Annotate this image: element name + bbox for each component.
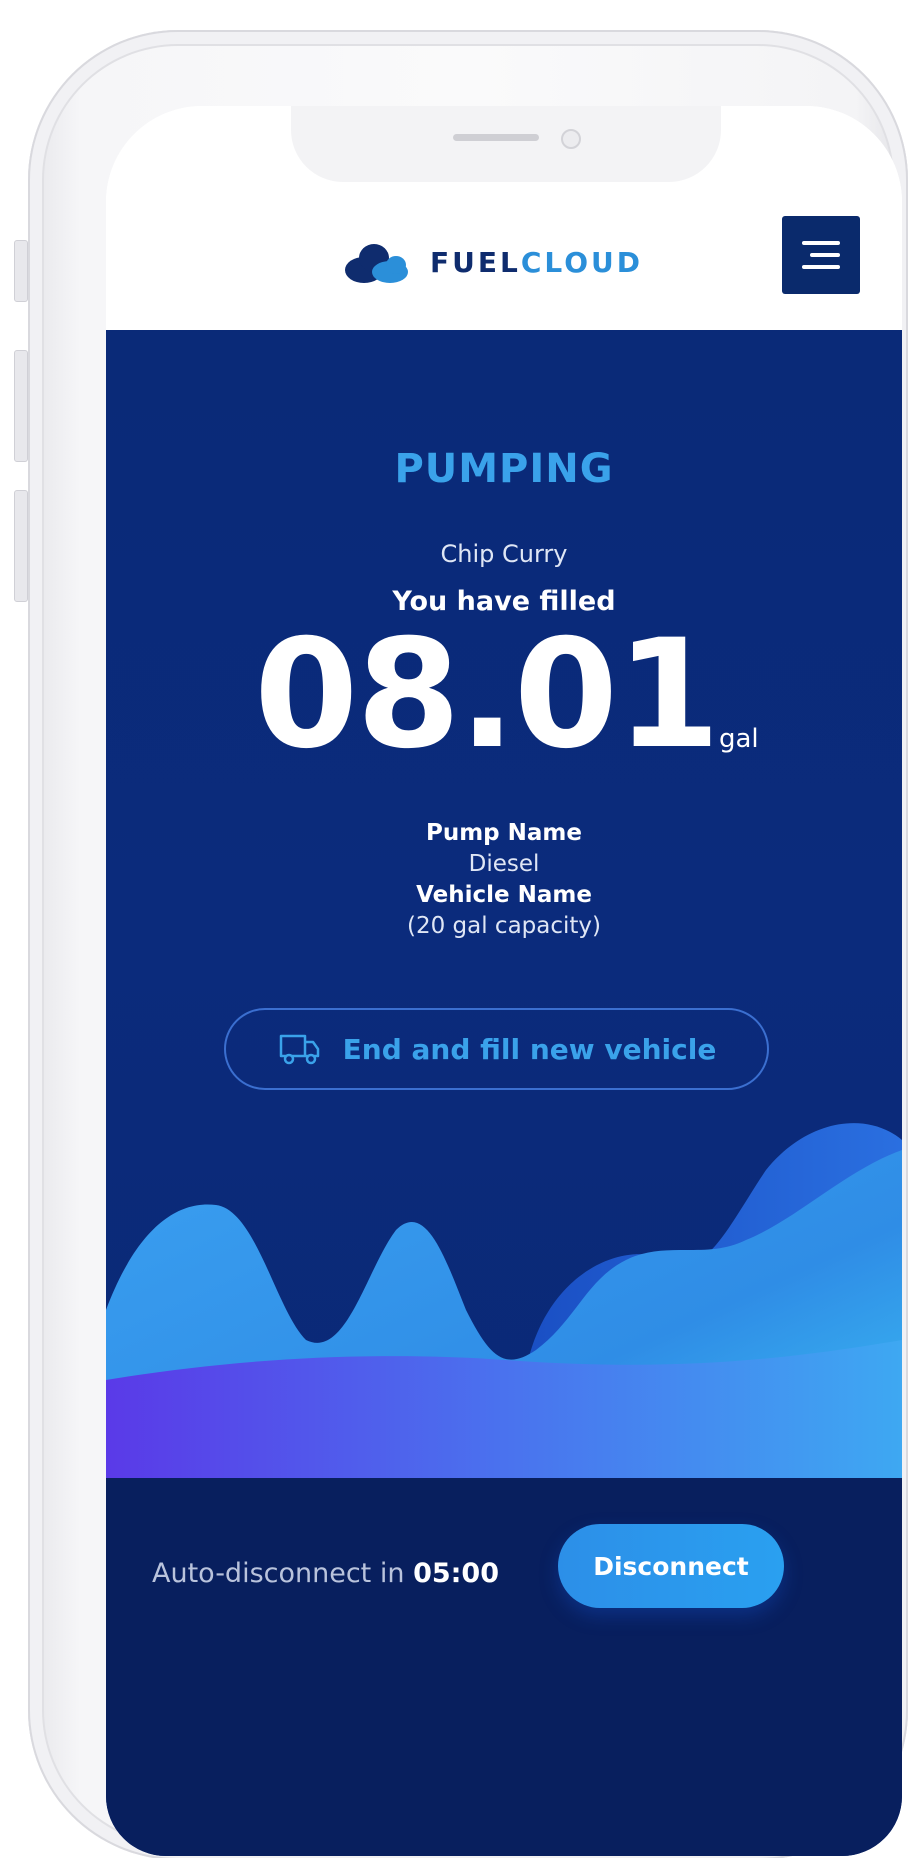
front-camera [561,129,581,149]
auto-disconnect-text: Auto-disconnect in 05:00 [152,1558,499,1589]
footer-bar: Auto-disconnect in 05:00 Disconnect [106,1478,902,1856]
truck-icon [279,1034,319,1065]
speaker-grille [453,134,539,141]
user-name: Chip Curry [440,540,568,568]
mute-switch [14,240,28,302]
end-and-fill-label: End and fill new vehicle [342,1032,717,1066]
amount-unit: gal [719,724,759,754]
filled-amount: 08.01 [254,608,720,782]
volume-up-button [14,350,28,462]
auto-disconnect-label: Auto-disconnect in [152,1558,414,1589]
end-and-fill-button[interactable]: End and fill new vehicle [224,1008,769,1090]
vehicle-capacity: (20 gal capacity) [406,913,602,939]
auto-disconnect-timer: 05:00 [413,1558,500,1589]
stage: FUELCLOUD PUMPING Chip Curry You have fi… [0,0,921,1858]
vehicle-name-label: Vehicle Name [416,882,592,908]
phone-notch [291,106,721,182]
cloud-icon [345,244,408,283]
brand-name-fuel: FUEL [430,245,521,279]
pumping-panel: PUMPING Chip Curry You have filled 08.01… [106,330,902,1856]
brand-name: FUELCLOUD [430,246,643,279]
pump-name-label: Pump Name [425,820,582,846]
volume-down-button [14,490,28,602]
menu-icon [802,241,840,245]
phone-screen: FUELCLOUD PUMPING Chip Curry You have fi… [106,106,902,1856]
status-title: PUMPING [394,446,614,492]
brand-name-cloud: CLOUD [520,245,644,279]
pump-details: Pump Name Diesel Vehicle Name (20 gal ca… [106,818,902,942]
pump-name-value: Diesel [468,851,540,877]
menu-button[interactable] [782,216,860,294]
disconnect-button[interactable]: Disconnect [558,1524,784,1608]
brand-logo: FUELCLOUD [342,232,643,292]
fuel-level-waves [106,1123,902,1520]
phone-frame: FUELCLOUD PUMPING Chip Curry You have fi… [28,30,908,1858]
